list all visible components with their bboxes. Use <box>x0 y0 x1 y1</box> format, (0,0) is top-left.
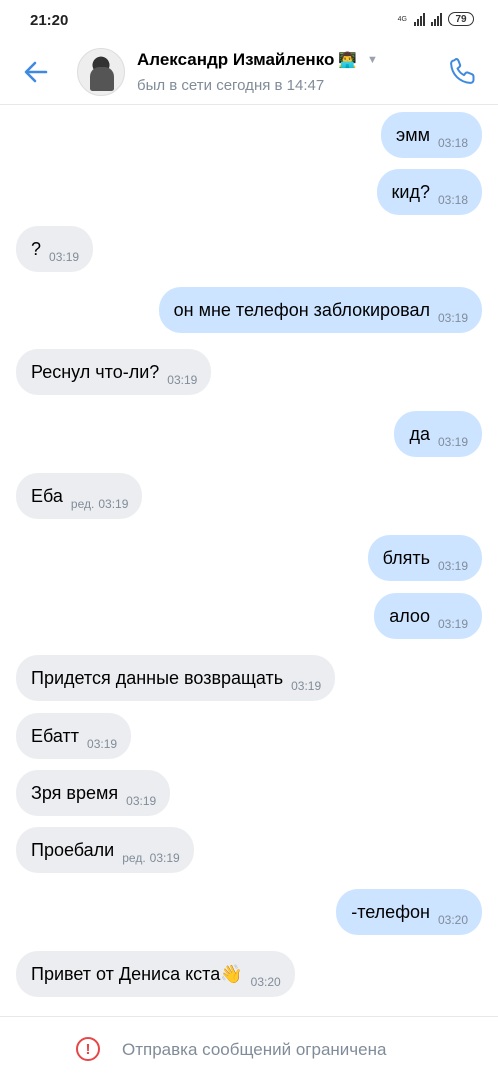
message-bubble-out[interactable]: да 03:19 <box>394 411 482 457</box>
message-text: он мне телефон заблокировал <box>173 299 430 320</box>
message-time: 03:19 <box>49 250 80 264</box>
message-time: 03:19 <box>437 311 468 325</box>
message-bubble-out[interactable]: -телефон 03:20 <box>336 889 482 935</box>
status-bar: 21:20 4G 79 <box>0 0 498 40</box>
message-bubble-out[interactable]: эмм 03:18 <box>381 112 482 158</box>
last-seen-status: был в сети сегодня в 14:47 <box>137 77 325 94</box>
battery-level: 79 <box>455 13 467 25</box>
message-time: 03:19 <box>126 794 157 808</box>
message-meta: 03:18 <box>438 136 468 150</box>
message-bubble-out[interactable]: блять 03:19 <box>367 535 482 581</box>
message-meta: ред. 03:19 <box>122 851 179 865</box>
message-list[interactable]: эмм 03:18 кид? 03:18? 03:19 он мне телефон за… <box>0 105 498 1015</box>
system-icons: 4G 79 <box>398 12 474 26</box>
contact-name-row[interactable]: Александр Измайленко 👨‍💻 ▼ <box>137 50 378 70</box>
back-arrow-icon[interactable] <box>22 58 50 86</box>
avatar[interactable] <box>77 48 125 96</box>
message-bubble-in[interactable]: Зря время 03:19 <box>16 770 171 816</box>
message-text: Придется данные возвращать <box>31 667 284 688</box>
message-bubble-in[interactable]: Ебатт 03:19 <box>16 713 132 759</box>
warning-icon: ! <box>76 1037 100 1061</box>
footer-banner: ! Отправка сообщений ограничена <box>0 1016 498 1081</box>
message-text: Проебали <box>31 839 115 860</box>
message-meta: 03:19 <box>167 373 197 387</box>
message-time: 03:19 <box>98 497 129 511</box>
message-text: эмм <box>396 124 430 145</box>
message-text: Ебатт <box>31 725 80 746</box>
message-bubble-in[interactable]: Проебали ред. 03:19 <box>16 827 194 873</box>
chevron-down-icon[interactable]: ▼ <box>367 54 378 66</box>
message-bubble-in[interactable]: Привет от Дениса кста👋 03:20 <box>16 951 295 997</box>
message-meta: 03:19 <box>438 617 468 631</box>
edited-label: ред. <box>70 497 95 511</box>
message-meta: 03:20 <box>438 913 468 927</box>
message-text: -телефон <box>351 901 430 922</box>
message-meta: 03:19 <box>87 737 117 751</box>
message-time: 03:19 <box>167 373 198 387</box>
message-bubble-out[interactable]: кид? 03:18 <box>376 169 482 215</box>
message-time: 03:20 <box>437 913 468 927</box>
message-text: кид? <box>391 181 430 202</box>
message-time: 03:20 <box>250 975 281 989</box>
message-meta: 03:19 <box>438 435 468 449</box>
restriction-text: Отправка сообщений ограничена <box>122 1040 387 1059</box>
message-text: Реснул что-ли? <box>31 361 160 382</box>
message-text: блять <box>382 547 430 568</box>
signal-icon-2 <box>431 12 442 26</box>
message-time: 03:19 <box>437 435 468 449</box>
message-text: Зря время <box>31 782 119 803</box>
message-bubble-in[interactable]: Придется данные возвращать 03:19 <box>16 655 336 701</box>
phone-icon[interactable] <box>448 56 478 86</box>
message-time: 03:18 <box>437 136 468 150</box>
message-bubble-out[interactable]: алоо 03:19 <box>374 593 482 639</box>
message-time: 03:19 <box>437 559 468 573</box>
name-emoji: 👨‍💻 <box>338 52 358 69</box>
message-meta: 03:19 <box>126 794 156 808</box>
message-time: 03:19 <box>437 617 468 631</box>
message-bubble-in[interactable]: ? 03:19 <box>16 226 94 272</box>
message-meta: 03:19 <box>49 250 79 264</box>
signal-icon <box>414 12 425 26</box>
chat-header: Александр Измайленко 👨‍💻 ▼ был в сети се… <box>0 40 498 105</box>
message-text: да <box>409 423 430 444</box>
message-text: Привет от Дениса кста👋 <box>31 963 243 984</box>
message-text: ? <box>31 238 42 259</box>
contact-name: Александр Измайленко <box>137 50 335 69</box>
edited-label: ред. <box>122 851 146 865</box>
message-text: алоо <box>389 605 430 626</box>
message-time: 03:19 <box>87 737 118 751</box>
message-time: 03:19 <box>149 851 180 865</box>
message-time: 03:19 <box>291 679 322 693</box>
message-meta: 03:19 <box>438 311 468 325</box>
message-meta: 03:19 <box>438 559 468 573</box>
message-text: Еба <box>31 485 63 506</box>
avatar-figure <box>90 67 114 91</box>
message-meta: 03:18 <box>438 193 468 207</box>
message-bubble-in[interactable]: Реснул что-ли? 03:19 <box>16 349 212 395</box>
network-type: 4G <box>397 15 407 23</box>
message-bubble-in[interactable]: Еба ред. 03:19 <box>16 473 143 519</box>
message-meta: 03:20 <box>251 975 281 989</box>
message-bubble-out[interactable]: он мне телефон заблокировал 03:19 <box>158 287 482 333</box>
message-time: 03:18 <box>437 193 468 207</box>
message-meta: 03:19 <box>291 679 321 693</box>
battery-icon: 79 <box>448 12 474 26</box>
clock: 21:20 <box>30 12 69 29</box>
message-meta: ред. 03:19 <box>71 497 128 511</box>
